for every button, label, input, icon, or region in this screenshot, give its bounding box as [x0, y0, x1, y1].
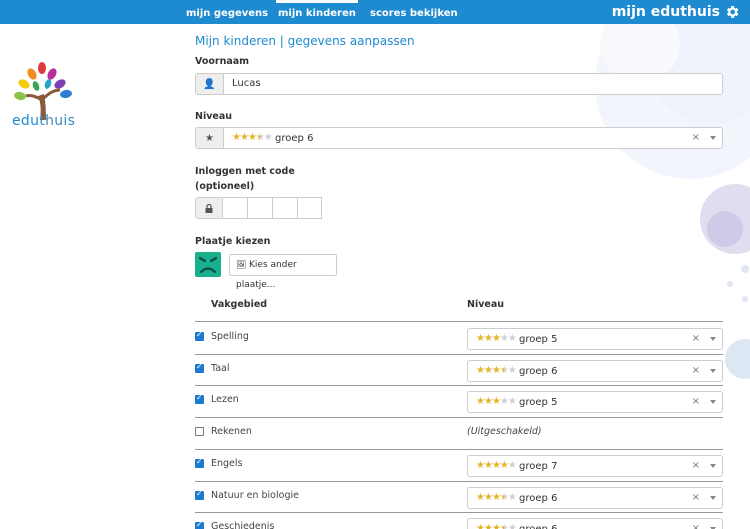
clear-icon[interactable]: ×: [692, 361, 700, 381]
niveau-select-value[interactable]: ★★★★★ groep 6 ×: [224, 128, 722, 148]
kies-ander-plaatje-label: Kies ander plaatje...: [236, 260, 297, 290]
subject-name: Rekenen: [211, 426, 252, 438]
level-value: groep 6: [519, 365, 558, 377]
table-row-divider: [195, 449, 723, 450]
chevron-down-icon[interactable]: [710, 400, 716, 405]
level-value: groep 5: [519, 334, 558, 345]
code-lock-addon: [195, 197, 223, 219]
top-nav-bar: mijn gegevens mijn kinderen scores bekij…: [0, 0, 750, 24]
page-title: Mijn kinderen | gegevens aanpassen: [195, 34, 415, 48]
code-digit-4[interactable]: [297, 197, 322, 219]
subject-name: Natuur en biologie: [211, 489, 299, 501]
avatar-face-icon: [198, 256, 218, 274]
level-value: groep 5: [519, 397, 558, 409]
voornaam-input[interactable]: Lucas: [224, 74, 722, 94]
subject-checkbox[interactable]: [195, 362, 204, 373]
subject-name: Spelling: [211, 331, 249, 342]
table-row-divider: [195, 512, 723, 513]
code-label-optional: (optioneel): [195, 181, 255, 192]
clear-icon[interactable]: ×: [692, 456, 700, 476]
chevron-down-icon[interactable]: [710, 368, 716, 373]
table-row-divider: [195, 385, 723, 386]
niveau-stars: ★★★★★: [232, 132, 273, 143]
plaatje-label: Plaatje kiezen: [195, 236, 271, 247]
subject-level-disabled: (Uitgeschakeld): [467, 426, 542, 438]
subject-level-select[interactable]: ★★★★★ groep 5 ×: [467, 328, 723, 350]
user-icon: 👤: [196, 74, 224, 94]
subject-level-select[interactable]: ★★★★★ groep 5 ×: [467, 391, 723, 414]
subject-name: Geschiedenis: [211, 521, 275, 529]
level-stars: ★★★★★: [476, 396, 517, 408]
image-icon: 🖼: [236, 260, 247, 269]
subject-checkbox[interactable]: [195, 330, 204, 341]
subject-checkbox[interactable]: [195, 427, 204, 437]
voornaam-field[interactable]: 👤 Lucas: [195, 73, 723, 95]
subject-level-select[interactable]: ★★★★★ groep 6 ×: [467, 359, 723, 382]
avatar: [195, 252, 221, 277]
level-stars: ★★★★★: [476, 333, 517, 344]
niveau-select[interactable]: ★ ★★★★★ groep 6 ×: [195, 127, 723, 149]
chevron-down-icon[interactable]: [710, 463, 716, 468]
clear-icon[interactable]: ×: [692, 329, 700, 349]
level-value: groep 6: [519, 492, 558, 504]
chevron-down-icon[interactable]: [710, 495, 716, 500]
table-header-divider: [195, 321, 723, 322]
level-stars: ★★★★★: [476, 519, 517, 529]
niveau-label: Niveau: [195, 111, 233, 122]
background-decoration: [595, 24, 750, 379]
level-stars: ★★★★★: [476, 459, 517, 471]
voornaam-label: Voornaam: [195, 56, 250, 67]
subject-checkbox[interactable]: [195, 393, 204, 405]
subject-level-select[interactable]: ★★★★★ groep 6 ×: [467, 486, 723, 509]
gear-icon[interactable]: [724, 4, 740, 20]
logo-text: eduthuis: [12, 113, 75, 129]
nav-item-scores-bekijken[interactable]: scores bekijken: [370, 0, 458, 24]
account-menu-label[interactable]: mijn eduthuis: [612, 0, 720, 24]
subject-name: Engels: [211, 457, 243, 469]
chevron-down-icon[interactable]: [710, 136, 716, 140]
subject-name: Taal: [211, 362, 230, 374]
subject-checkbox[interactable]: [195, 489, 204, 500]
nav-item-mijn-kinderen[interactable]: mijn kinderen: [276, 0, 358, 24]
subject-checkbox[interactable]: [195, 520, 204, 529]
column-header-niveau: Niveau: [467, 299, 505, 310]
subject-level-select[interactable]: ★★★★★ groep 7 ×: [467, 454, 723, 477]
subject-level-select[interactable]: ★★★★★ groep 6 ×: [467, 518, 723, 529]
clear-icon[interactable]: ×: [692, 128, 700, 148]
clear-icon[interactable]: ×: [692, 392, 700, 412]
lock-icon: [196, 198, 222, 218]
star-icon: ★: [196, 128, 224, 148]
table-row-divider: [195, 417, 723, 418]
table-row-divider: [195, 481, 723, 482]
column-header-vakgebied: Vakgebied: [211, 299, 268, 310]
code-digit-2[interactable]: [247, 197, 273, 219]
niveau-value: groep 6: [275, 133, 314, 144]
clear-icon[interactable]: ×: [692, 519, 700, 529]
level-value: groep 7: [519, 460, 558, 472]
kies-ander-plaatje-button[interactable]: 🖼 Kies ander plaatje...: [229, 254, 337, 290]
table-row-divider: [195, 354, 723, 355]
level-stars: ★★★★★: [476, 491, 517, 503]
clear-icon[interactable]: ×: [692, 488, 700, 508]
nav-item-mijn-gegevens[interactable]: mijn gegevens: [186, 0, 268, 24]
code-digit-3[interactable]: [272, 197, 298, 219]
logo-text-thuis: thuis: [39, 113, 76, 129]
logo-text-edu: edu: [12, 113, 40, 129]
subject-checkbox[interactable]: [195, 457, 204, 468]
level-stars: ★★★★★: [476, 364, 517, 376]
level-value: groep 6: [519, 524, 557, 529]
code-digit-1[interactable]: [222, 197, 248, 219]
code-label: Inloggen met code: [195, 166, 295, 177]
subject-name: Lezen: [211, 394, 239, 406]
chevron-down-icon[interactable]: [710, 337, 716, 341]
